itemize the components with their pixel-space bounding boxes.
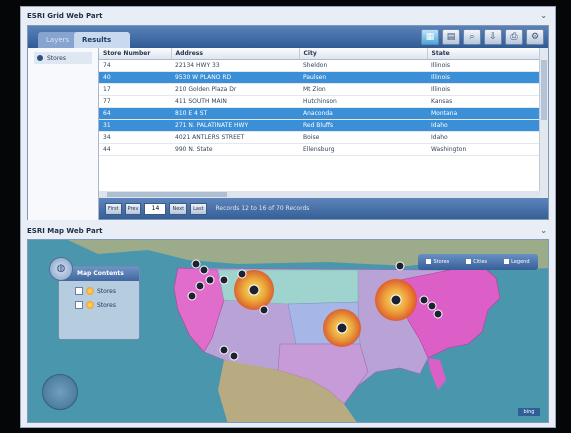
table-cell-city: Anaconda — [299, 107, 427, 120]
table-cell-num: 40 — [99, 71, 171, 84]
table-cell-addr: 4021 ANTLERS STREET — [171, 131, 299, 144]
grid-widget: Layers Results Grid ▦ ▤ ⌕ ⇩ ⎙ ⚙ Stores — [27, 25, 549, 220]
pager-info: Records 12 to 16 of 70 Records — [215, 205, 310, 212]
map-legend: ◍ Map Contents Stores Stores — [49, 257, 140, 340]
table-cell-num: 77 — [99, 95, 171, 108]
table-cell-city: Sheldon — [299, 59, 427, 72]
table-cell-state: Montana — [427, 107, 539, 120]
layer-label: Stores — [47, 54, 66, 62]
grid-panel-title-text: ESRI Grid Web Part — [27, 12, 103, 20]
table-cell-num: 74 — [99, 59, 171, 72]
map-panel-title-text: ESRI Map Web Part — [27, 227, 103, 235]
bing-logo: bing — [518, 408, 540, 416]
collapse-icon[interactable]: ⌄ — [540, 224, 547, 238]
map-layer-toolbar: Stores Cities Legend — [418, 254, 538, 270]
grid-view-icon[interactable]: ▦ — [421, 29, 439, 45]
table-cell-city: Hutchinson — [299, 95, 427, 108]
table-cell-state: Illinois — [427, 71, 539, 84]
table-cell-addr: 411 SOUTH MAIN — [171, 95, 299, 108]
pager: First Prev 14 Next Last Records 12 to 16… — [99, 198, 548, 219]
column-header-store-number[interactable]: Store Number — [99, 48, 172, 60]
web-part-page: ESRI Grid Web Part ⌄ Layers Results Grid… — [20, 6, 556, 428]
first-page-button[interactable]: First — [105, 202, 122, 215]
next-page-button[interactable]: Next — [169, 202, 188, 215]
table-cell-state: Idaho — [427, 119, 539, 132]
legend-checkbox[interactable] — [75, 287, 83, 295]
horizontal-scrollbar[interactable] — [99, 191, 540, 198]
table-cell-state: Idaho — [427, 131, 539, 144]
layer-toggle-legend[interactable]: Legend — [504, 259, 530, 265]
table-cell-num: 44 — [99, 143, 171, 156]
table-cell-addr: 22134 HWY 33 — [171, 59, 299, 72]
legend-checkbox[interactable] — [75, 301, 83, 309]
table-cell-addr: 210 Golden Plaza Dr — [171, 83, 299, 96]
table-cell-state: Illinois — [427, 83, 539, 96]
grid-panel-title: ESRI Grid Web Part ⌄ — [21, 9, 555, 23]
table-cell-addr: 990 N. State — [171, 143, 299, 156]
map-panel-title: ESRI Map Web Part ⌄ — [21, 224, 555, 238]
legend-item-label: Stores — [97, 301, 116, 309]
table-row[interactable]: 31 271 N. PALATINATE HWY Red Bluffs Idaho — [99, 119, 539, 132]
table-cell-state: Washington — [427, 143, 539, 156]
tab-results-grid[interactable]: Results Grid — [74, 32, 130, 60]
table-cell-num: 17 — [99, 83, 171, 96]
table-cell-city: Ellensburg — [299, 143, 427, 156]
legend-item-label: Stores — [97, 287, 116, 295]
table-cell-addr: 9530 W PLANO RD — [171, 71, 299, 84]
table-cell-state: Kansas — [427, 95, 539, 108]
layer-item-stores[interactable]: Stores — [34, 52, 92, 64]
results-table: Store Number Address City State 74 22134 … — [99, 48, 548, 198]
scroll-thumb[interactable] — [541, 60, 547, 120]
grid-toolbar: ▦ ▤ ⌕ ⇩ ⎙ ⚙ — [421, 29, 544, 45]
store-symbol-icon — [86, 301, 94, 309]
table-cell-city: Mt Zion — [299, 83, 427, 96]
last-page-button[interactable]: Last — [190, 202, 207, 215]
table-cell-city: Red Bluffs — [299, 119, 427, 132]
column-header-state[interactable]: State — [427, 48, 540, 60]
table-row[interactable]: 17 210 Golden Plaza Dr Mt Zion Illinois — [99, 83, 539, 96]
table-row[interactable]: 44 990 N. State Ellensburg Washington — [99, 143, 539, 156]
collapse-icon[interactable]: ⌄ — [540, 9, 547, 23]
table-cell-addr: 271 N. PALATINATE HWY — [171, 119, 299, 132]
prev-page-button[interactable]: Prev — [124, 202, 142, 215]
table-cell-state: Illinois — [427, 59, 539, 72]
table-cell-city: Paulsen — [299, 71, 427, 84]
table-cell-num: 34 — [99, 131, 171, 144]
pan-zoom-control[interactable] — [42, 374, 78, 410]
table-row[interactable]: 77 411 SOUTH MAIN Hutchinson Kansas — [99, 95, 539, 108]
scroll-thumb[interactable] — [107, 192, 227, 197]
table-row[interactable]: 40 9530 W PLANO RD Paulsen Illinois — [99, 71, 539, 84]
zoom-to-icon[interactable]: ⌕ — [463, 29, 481, 45]
table-row[interactable]: 64 810 E 4 ST Anaconda Montana — [99, 107, 539, 120]
table-row[interactable]: 74 22134 HWY 33 Sheldon Illinois — [99, 59, 539, 72]
legend-item: Stores — [75, 287, 139, 295]
store-symbol-icon — [86, 287, 94, 295]
layer-icon — [37, 55, 43, 61]
table-header-row: Store Number Address City State — [99, 48, 540, 60]
column-header-city[interactable]: City — [299, 48, 428, 60]
layer-list: Stores — [28, 48, 99, 220]
vertical-scrollbar[interactable] — [539, 48, 548, 198]
layer-toggle-stores[interactable]: Stores — [426, 259, 449, 265]
column-header-address[interactable]: Address — [171, 48, 300, 60]
layer-toggle-cities[interactable]: Cities — [466, 259, 487, 265]
table-cell-num: 64 — [99, 107, 171, 120]
table-cell-city: Boise — [299, 131, 427, 144]
map-view[interactable]: ◍ Map Contents Stores Stores Stores Citi… — [27, 239, 549, 423]
legend-globe-icon[interactable]: ◍ — [49, 257, 73, 281]
table-row[interactable]: 34 4021 ANTLERS STREET Boise Idaho — [99, 131, 539, 144]
table-cell-addr: 810 E 4 ST — [171, 107, 299, 120]
settings-icon[interactable]: ⚙ — [526, 29, 544, 45]
page-number-input[interactable]: 14 — [144, 202, 167, 215]
tab-bar: Layers Results Grid ▦ ▤ ⌕ ⇩ ⎙ ⚙ — [28, 26, 548, 60]
table-cell-num: 31 — [99, 119, 171, 132]
chart-icon[interactable]: ▤ — [442, 29, 460, 45]
print-icon[interactable]: ⎙ — [505, 29, 523, 45]
legend-item: Stores — [75, 301, 139, 309]
export-icon[interactable]: ⇩ — [484, 29, 502, 45]
